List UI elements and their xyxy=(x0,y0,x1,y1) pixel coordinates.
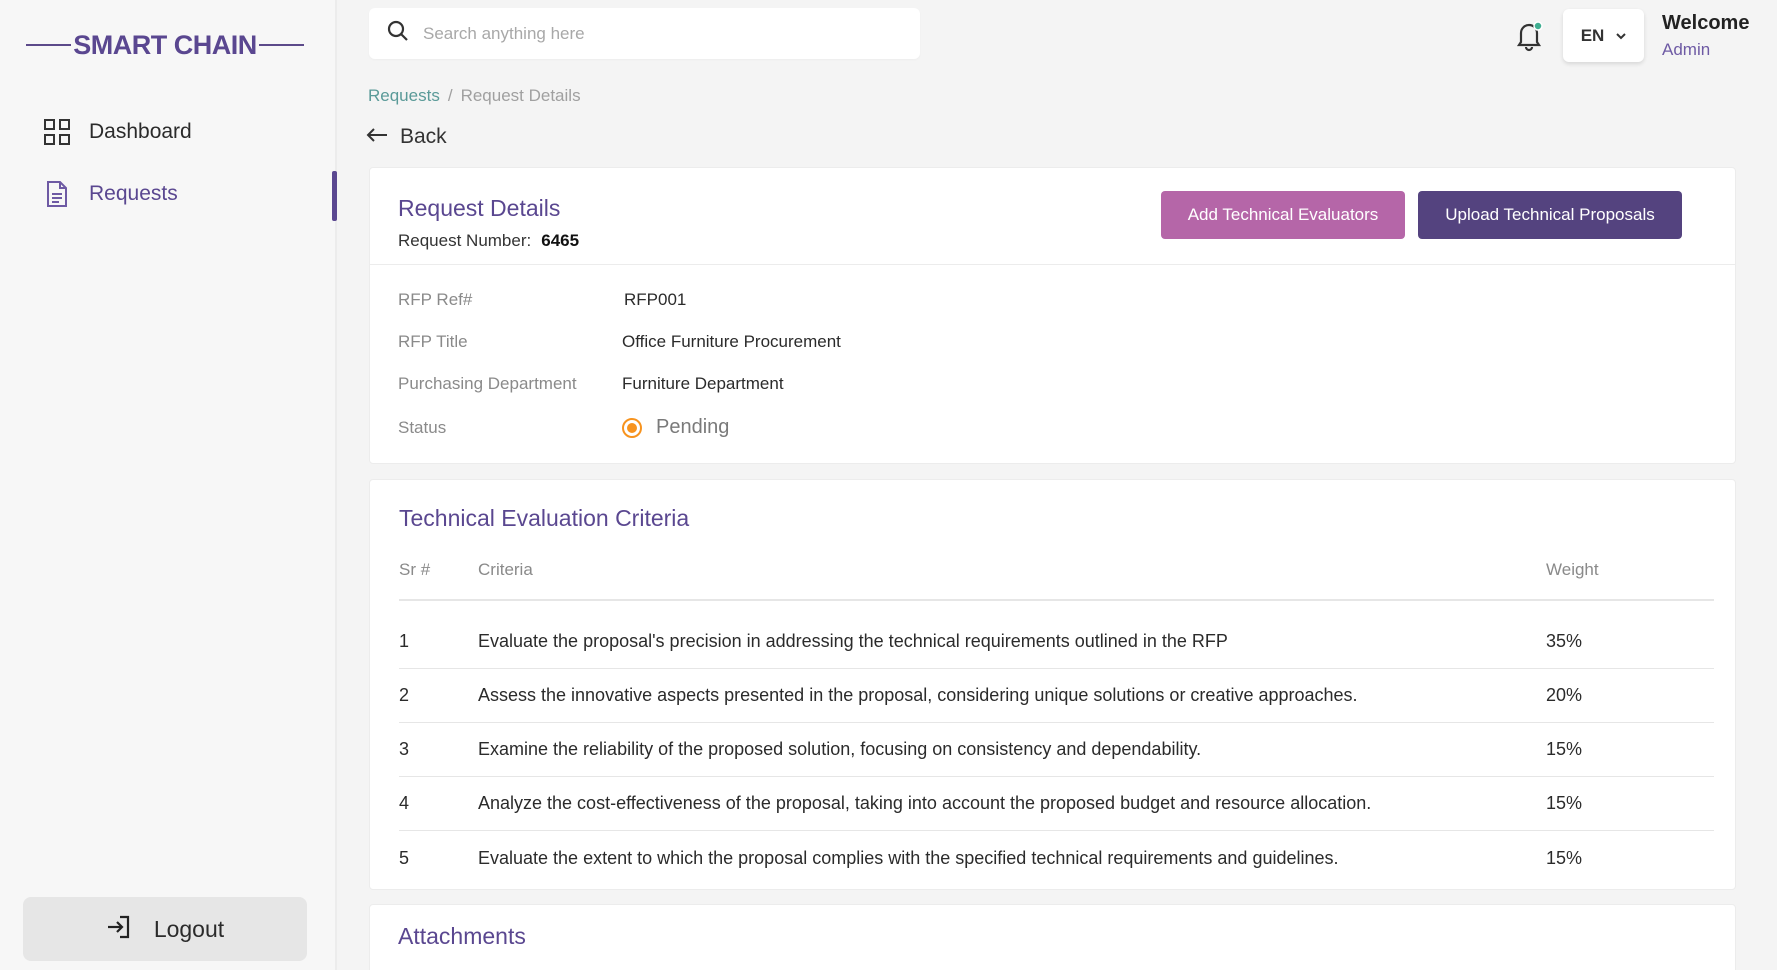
request-details-header: Request Details Request Number: 6465 Add … xyxy=(370,168,1735,265)
table-row: 1 Evaluate the proposal's precision in a… xyxy=(399,615,1714,669)
column-header-criteria: Criteria xyxy=(478,560,533,579)
detail-row-purchasing-department: Purchasing Department Furniture Departme… xyxy=(398,374,784,394)
table-row: 2 Assess the innovative aspects presente… xyxy=(399,669,1714,723)
logout-label: Logout xyxy=(153,915,225,942)
search-box xyxy=(369,8,920,59)
criteria-table: Sr # Criteria Weight 1 Evaluate the prop… xyxy=(399,558,1714,885)
request-details-card: Request Details Request Number: 6465 Add … xyxy=(369,167,1736,464)
welcome-text: Welcome xyxy=(1662,12,1750,34)
column-header-sr: Sr # xyxy=(399,560,431,579)
detail-value: Furniture Department xyxy=(622,374,784,393)
cell-sr: 1 xyxy=(399,631,410,651)
cell-weight: 15% xyxy=(1546,793,1583,813)
detail-value: RFP001 xyxy=(624,290,687,309)
cell-sr: 2 xyxy=(399,685,410,705)
table-row: 5 Evaluate the extent to which the propo… xyxy=(399,831,1714,885)
back-label: Back xyxy=(400,125,447,148)
detail-label: Purchasing Department xyxy=(398,374,577,393)
grid-icon xyxy=(42,117,72,147)
cell-criteria: Examine the reliability of the proposed … xyxy=(478,739,1202,759)
detail-label: RFP Ref# xyxy=(398,290,473,309)
search-icon xyxy=(387,20,409,47)
status-text: Pending xyxy=(656,416,730,438)
language-select[interactable]: EN xyxy=(1563,9,1644,62)
cell-criteria: Evaluate the extent to which the proposa… xyxy=(478,847,1339,868)
cell-sr: 5 xyxy=(399,847,410,868)
detail-label: Status xyxy=(398,417,447,437)
search-input[interactable] xyxy=(423,23,883,44)
detail-row-status: Status Pending xyxy=(398,416,729,439)
language-label: EN xyxy=(1580,25,1605,45)
attachments-title: Attachments xyxy=(398,923,526,949)
add-technical-evaluators-button[interactable]: Add Technical Evaluators xyxy=(1161,191,1405,239)
sidebar: SMART CHAIN Dashboard Requests Logout xyxy=(0,0,337,970)
table-body: 1 Evaluate the proposal's precision in a… xyxy=(399,615,1714,885)
detail-label: RFP Title xyxy=(398,332,468,351)
app-logo[interactable]: SMART CHAIN xyxy=(26,28,304,62)
breadcrumb-current: Request Details xyxy=(460,86,581,105)
technical-evaluation-criteria-card: Technical Evaluation Criteria Sr # Crite… xyxy=(369,479,1736,890)
sidebar-item-requests[interactable]: Requests xyxy=(0,171,337,221)
logo-text: SMART CHAIN xyxy=(73,29,257,60)
breadcrumb-requests-link[interactable]: Requests xyxy=(368,86,440,106)
back-button[interactable]: Back xyxy=(366,125,447,149)
upload-technical-proposals-button[interactable]: Upload Technical Proposals xyxy=(1418,191,1682,239)
request-details-title: Request Details xyxy=(398,195,561,221)
logout-icon xyxy=(106,915,132,944)
cell-criteria: Analyze the cost-effectiveness of the pr… xyxy=(478,793,1372,813)
detail-row-rfp-ref: RFP Ref# RFP001 xyxy=(398,290,686,310)
cell-criteria: Evaluate the proposal's precision in add… xyxy=(478,631,1228,651)
request-number: Request Number: 6465 xyxy=(398,231,579,251)
logo-line-left xyxy=(26,44,72,46)
breadcrumb-separator: / xyxy=(447,86,453,105)
cell-sr: 3 xyxy=(399,739,410,759)
request-number-value: 6465 xyxy=(541,231,580,250)
cell-sr: 4 xyxy=(399,793,410,813)
column-header-weight: Weight xyxy=(1546,560,1599,579)
logo-line-right xyxy=(258,44,304,46)
status-badge: Pending xyxy=(622,416,729,439)
attachments-card: Attachments xyxy=(369,904,1736,970)
breadcrumb: Requests / Request Details xyxy=(368,86,581,106)
table-header: Sr # Criteria Weight xyxy=(399,558,1714,601)
user-name: Admin xyxy=(1662,40,1711,59)
document-icon xyxy=(42,179,72,209)
sidebar-item-label: Dashboard xyxy=(89,120,192,143)
chevron-down-icon xyxy=(1616,27,1627,45)
detail-row-rfp-title: RFP Title Office Furniture Procurement xyxy=(398,332,841,352)
cell-weight: 15% xyxy=(1546,739,1583,759)
arrow-left-icon xyxy=(366,127,388,148)
user-greeting[interactable]: Welcome Admin xyxy=(1662,12,1749,60)
cell-weight: 15% xyxy=(1546,847,1583,868)
table-row: 4 Analyze the cost-effectiveness of the … xyxy=(399,777,1714,831)
cell-weight: 20% xyxy=(1546,685,1583,705)
detail-value: Office Furniture Procurement xyxy=(622,332,841,351)
criteria-title: Technical Evaluation Criteria xyxy=(399,505,690,531)
request-number-label: Request Number: xyxy=(398,231,532,250)
logout-button[interactable]: Logout xyxy=(23,897,307,961)
notification-bell-icon[interactable] xyxy=(1512,18,1546,52)
cell-criteria: Assess the innovative aspects presented … xyxy=(478,685,1358,705)
cell-weight: 35% xyxy=(1546,631,1583,651)
sidebar-item-label: Requests xyxy=(89,182,178,205)
sidebar-item-dashboard[interactable]: Dashboard xyxy=(0,109,337,155)
table-row: 3 Examine the reliability of the propose… xyxy=(399,723,1714,777)
status-dot-icon xyxy=(622,417,642,438)
